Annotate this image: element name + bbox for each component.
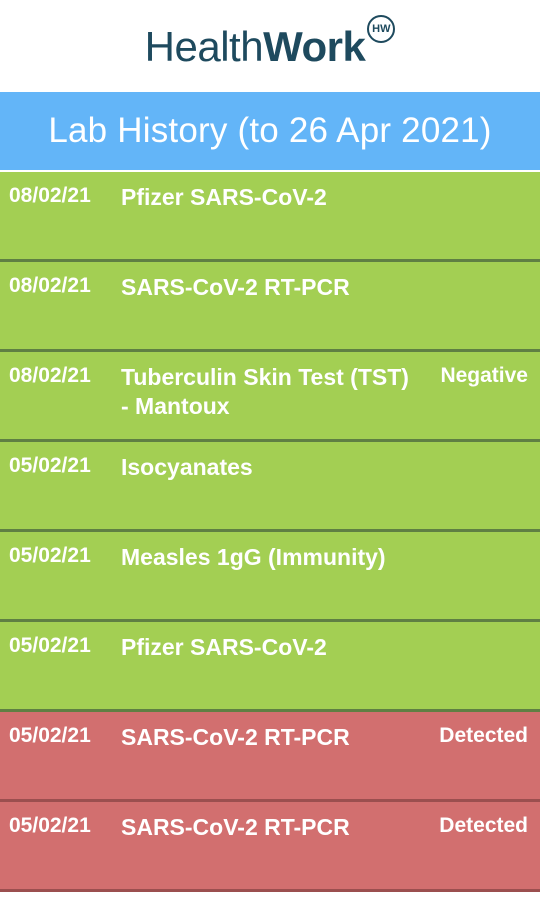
test-name: SARS-CoV-2 RT-PCR: [121, 724, 350, 750]
test-name: SARS-CoV-2 RT-PCR: [121, 274, 350, 300]
lab-history-screen: HealthWork HW Lab History (to 26 Apr 202…: [0, 0, 540, 900]
test-name: Pfizer SARS-CoV-2: [121, 634, 327, 660]
page-title-bar: Lab History (to 26 Apr 2021): [0, 92, 540, 170]
result-status: Detected: [439, 724, 528, 747]
test-name: Tuberculin Skin Test (TST) - Mantoux: [121, 364, 409, 419]
logo-badge-icon: HW: [367, 15, 396, 43]
result-date: 08/02/21: [9, 364, 91, 387]
healthwork-logo: HealthWork HW: [144, 15, 396, 70]
lab-results-list: 08/02/21 Pfizer SARS-CoV-2 08/02/21 SARS…: [0, 170, 540, 892]
lab-result-row[interactable]: 08/02/21 SARS-CoV-2 RT-PCR: [0, 262, 540, 352]
test-name: Pfizer SARS-CoV-2: [121, 184, 327, 210]
lab-result-row[interactable]: 05/02/21 Isocyanates: [0, 442, 540, 532]
result-date: 08/02/21: [9, 274, 91, 297]
lab-result-row[interactable]: 05/02/21 Pfizer SARS-CoV-2: [0, 622, 540, 712]
result-date: 05/02/21: [9, 814, 91, 837]
result-date: 05/02/21: [9, 634, 91, 657]
lab-result-row-alert[interactable]: 05/02/21 SARS-CoV-2 RT-PCR Detected: [0, 802, 540, 892]
page-title: Lab History (to 26 Apr 2021): [48, 111, 492, 150]
lab-result-row-alert[interactable]: 05/02/21 SARS-CoV-2 RT-PCR Detected: [0, 712, 540, 802]
result-status: Detected: [439, 814, 528, 837]
lab-result-row[interactable]: 08/02/21 Tuberculin Skin Test (TST) - Ma…: [0, 352, 540, 442]
test-name: Measles 1gG (Immunity): [121, 544, 386, 570]
result-date: 08/02/21: [9, 184, 91, 207]
brand-bar: HealthWork HW: [0, 0, 540, 92]
logo-text-bold: Work: [263, 23, 366, 70]
test-name: SARS-CoV-2 RT-PCR: [121, 814, 350, 840]
test-name: Isocyanates: [121, 454, 253, 480]
result-date: 05/02/21: [9, 544, 91, 567]
result-date: 05/02/21: [9, 724, 91, 747]
result-date: 05/02/21: [9, 454, 91, 477]
lab-result-row[interactable]: 05/02/21 Measles 1gG (Immunity): [0, 532, 540, 622]
logo-text-light: Health: [144, 23, 264, 70]
lab-result-row[interactable]: 08/02/21 Pfizer SARS-CoV-2: [0, 172, 540, 262]
result-status: Negative: [440, 364, 528, 387]
